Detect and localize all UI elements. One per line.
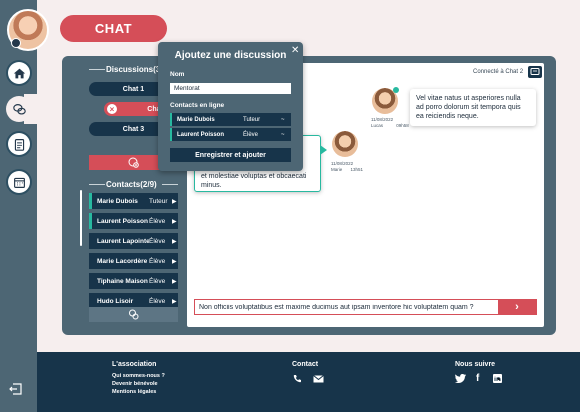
- contact-role: Élève: [149, 277, 166, 285]
- message-input[interactable]: [195, 303, 498, 311]
- logout-icon: [9, 383, 22, 395]
- message-meta: 11/08/2022 Lucas 09h58: [371, 117, 409, 129]
- contact-name: Laurent Lapointe: [97, 237, 149, 245]
- contacts-scrollbar[interactable]: [80, 190, 82, 246]
- calendar-nav-button[interactable]: [8, 171, 30, 193]
- message-date: 11/08/2022: [331, 161, 354, 166]
- close-icon[interactable]: ✕: [291, 45, 299, 56]
- discussion-label: Chat 3: [122, 125, 145, 133]
- message-author: Marie: [331, 167, 343, 172]
- footer: L'association Qui sommes-nous ? Devenir …: [37, 352, 580, 412]
- home-nav-button[interactable]: [8, 62, 30, 84]
- contact-role: Élève: [149, 297, 166, 305]
- facebook-icon[interactable]: f: [476, 373, 479, 384]
- message-text: et molestiae voluptas et obcaecati minus…: [201, 173, 307, 189]
- twitter-icon[interactable]: [455, 374, 466, 385]
- contact-item[interactable]: Laurent Poisson Élève ▶: [89, 213, 178, 229]
- logout-button[interactable]: [9, 383, 22, 397]
- contact-role: Tuteur: [243, 116, 261, 123]
- contact-item[interactable]: Laurent Lapointe Élève ▶: [89, 233, 178, 249]
- connection-status: Connecté à Chat 2: [473, 69, 524, 75]
- message-bubble: Vel vitae natus ut asperiores nulla ad p…: [410, 89, 536, 126]
- add-discussion-modal: Ajoutez une discussion ✕ Nom Contacts en…: [158, 42, 303, 171]
- user-avatar[interactable]: [7, 9, 49, 51]
- contact-role: Élève: [149, 257, 166, 265]
- chevron-right-icon: ▶: [172, 218, 177, 225]
- footer-association-title: L'association: [112, 361, 157, 368]
- discussion-name-input[interactable]: [170, 83, 291, 94]
- close-discussion-icon[interactable]: ×: [107, 104, 117, 114]
- contact-item[interactable]: Marie Dubois Tuteur ▶: [89, 193, 178, 209]
- contacts-title: Contacts(2/9): [106, 180, 157, 189]
- linkedin-icon[interactable]: [493, 374, 502, 385]
- contact-role: Élève: [149, 237, 166, 245]
- message-avatar: [372, 87, 399, 114]
- group-settings-icon: [129, 309, 139, 320]
- contact-role: Tuteur: [149, 197, 168, 205]
- contact-item[interactable]: Tiphaine Maison Élève ▶: [89, 273, 178, 289]
- contacts-divider-right: [162, 184, 178, 185]
- footer-link-legal[interactable]: Mentions légales: [112, 388, 156, 396]
- online-contact-item[interactable]: Marie Dubois Tuteur ~: [170, 113, 291, 126]
- footer-link-about[interactable]: Qui sommes-nous ?: [112, 372, 165, 380]
- contacts-group-button[interactable]: [89, 307, 178, 322]
- contacts-divider: [89, 184, 105, 185]
- message-author: Lucas: [371, 123, 384, 128]
- contact-name: Laurent Poisson: [177, 131, 225, 138]
- message-time: 13h51: [350, 167, 364, 172]
- calendar-icon: [13, 177, 25, 188]
- message-time: 09h58: [396, 123, 409, 128]
- contact-name: Marie Dubois: [177, 116, 215, 123]
- bubble-pointer-icon: [320, 145, 327, 155]
- contact-role: Élève: [243, 131, 259, 138]
- footer-follow-title: Nous suivre: [455, 361, 496, 368]
- contact-name: Laurent Poisson: [97, 217, 148, 225]
- avatar-badge-icon: [11, 38, 21, 48]
- chevron-right-icon: ▶: [172, 278, 177, 285]
- discussions-title: Discussions(3: [106, 65, 161, 74]
- home-icon: [13, 68, 25, 78]
- chevron-right-icon: ▶: [172, 258, 177, 265]
- send-icon: ›: [515, 301, 519, 313]
- contact-item[interactable]: Marie Lacordère Élève ▶: [89, 253, 178, 269]
- chevron-right-icon: ▶: [172, 198, 177, 205]
- contact-name: Marie Lacordère: [97, 257, 148, 265]
- page-title: CHAT: [60, 15, 167, 42]
- name-label: Nom: [170, 71, 185, 78]
- online-contacts-label: Contacts en ligne: [170, 102, 225, 109]
- mail-icon[interactable]: [313, 375, 324, 385]
- add-discussion-icon: [128, 157, 139, 168]
- send-button[interactable]: ›: [498, 299, 536, 315]
- chat-nav-button[interactable]: [6, 96, 32, 122]
- online-contact-item[interactable]: Laurent Poisson Élève ~: [170, 128, 291, 141]
- chevron-right-icon: ▶: [172, 298, 177, 305]
- contact-role: Élève: [149, 217, 166, 225]
- phone-icon[interactable]: [293, 374, 302, 385]
- contact-name: Tiphaine Maison: [97, 277, 148, 285]
- chat-info-icon[interactable]: [528, 66, 542, 78]
- online-status-icon: [393, 87, 399, 93]
- save-and-add-button[interactable]: Enregistrer et ajouter: [170, 148, 291, 162]
- message-meta: 11/08/2022 Marie 13h51: [331, 161, 363, 173]
- chat-bubbles-icon: [12, 103, 26, 115]
- chevron-right-icon: ▶: [172, 238, 177, 245]
- message-date: 11/08/2022: [371, 117, 394, 122]
- tasks-nav-button[interactable]: [8, 133, 30, 155]
- bird-icon: ~: [281, 131, 285, 138]
- message-composer: ›: [194, 299, 537, 315]
- message-avatar: [332, 131, 358, 157]
- contact-name: Marie Dubois: [97, 197, 138, 205]
- discussion-label: Chat 1: [122, 85, 145, 93]
- footer-contact-title: Contact: [292, 361, 319, 368]
- footer-link-volunteer[interactable]: Devenir bénévole: [112, 380, 158, 388]
- bird-icon: ~: [281, 116, 285, 123]
- modal-title: Ajoutez une discussion: [174, 50, 287, 61]
- clipboard-icon: [14, 138, 24, 151]
- contact-name: Hudo Lisoir: [97, 297, 134, 305]
- discussions-divider: [89, 69, 105, 70]
